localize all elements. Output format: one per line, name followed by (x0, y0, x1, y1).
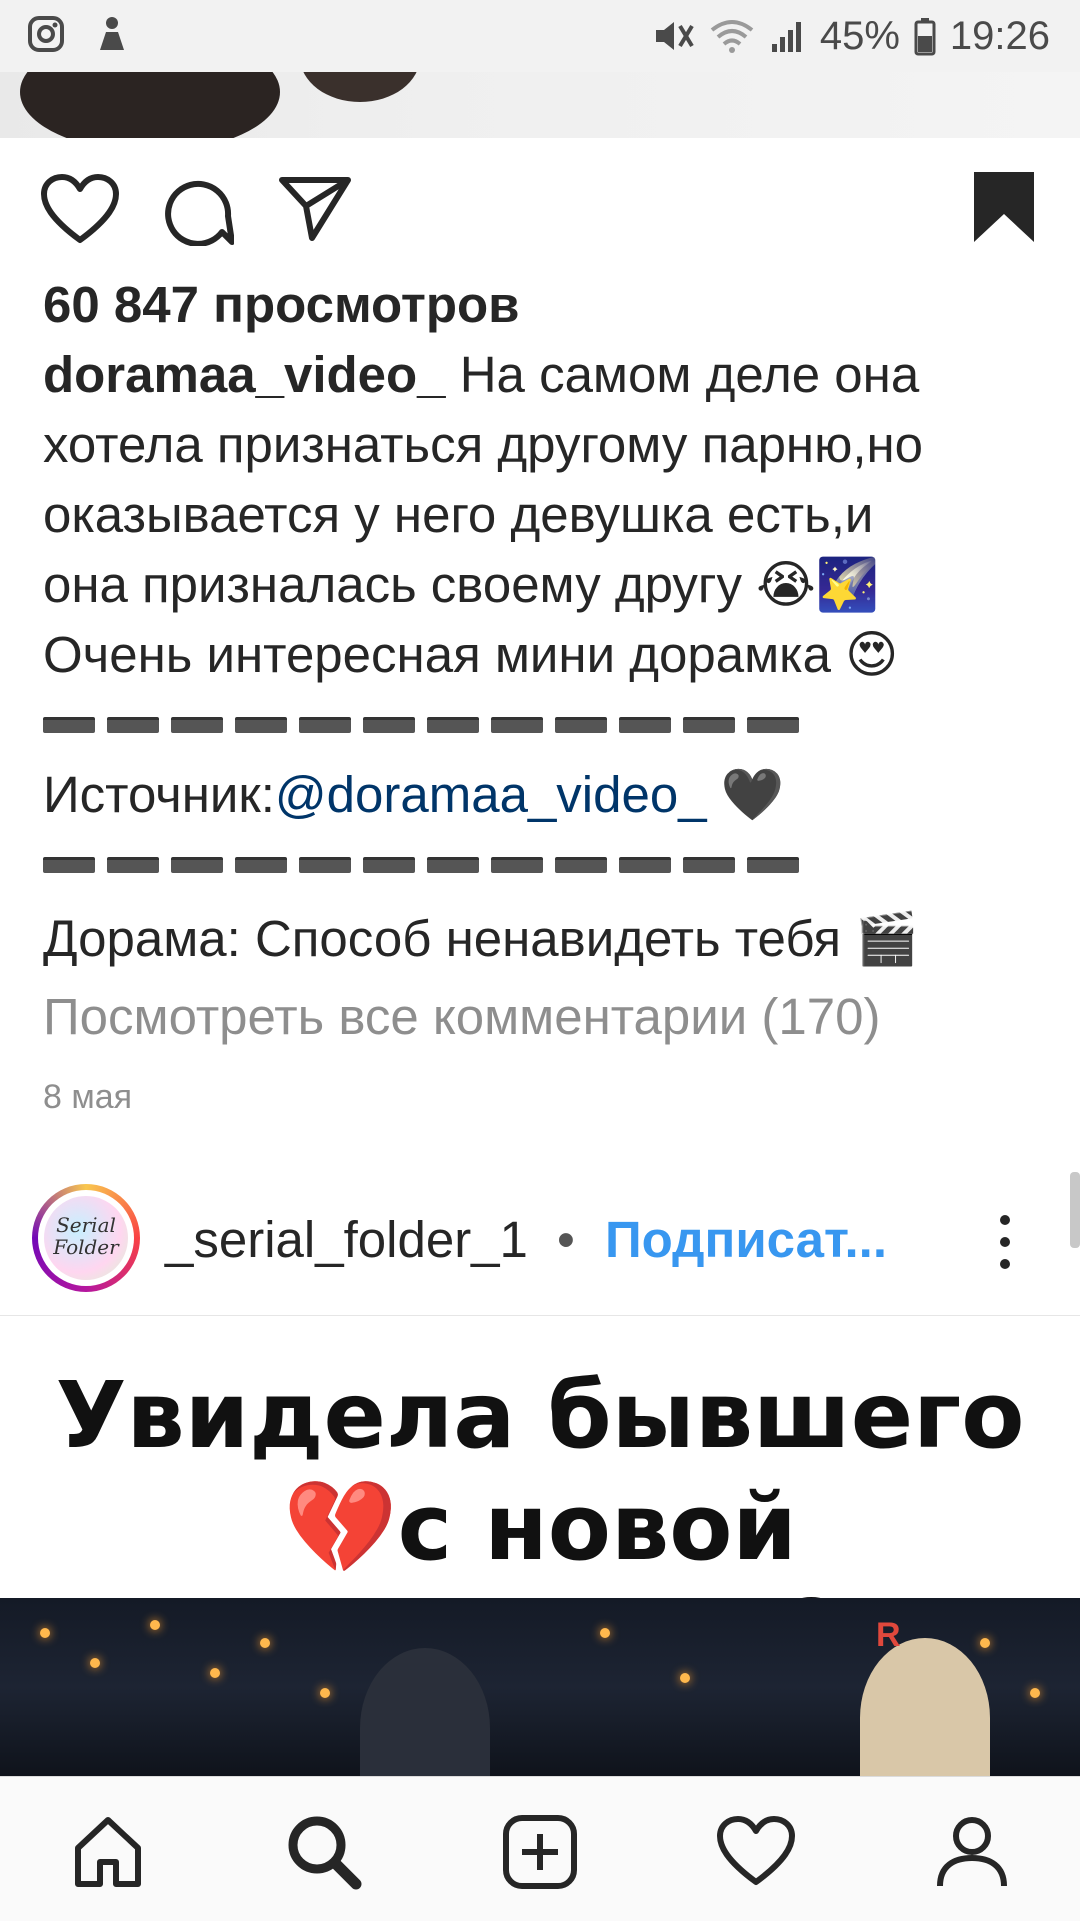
post-actions (0, 168, 1080, 252)
view-all-comments-link[interactable]: Посмотреть все комментарии (170) (43, 982, 1043, 1052)
caption-line: она призналась своему другу 😭🌠 (43, 556, 880, 613)
black-heart-emoji: 🖤 (720, 766, 785, 823)
media-detail (20, 72, 280, 138)
more-options-icon[interactable] (996, 1215, 1014, 1275)
post-media-previous[interactable] (0, 72, 1080, 138)
battery-percent: 45% (819, 13, 900, 58)
signal-icon (771, 22, 801, 52)
heart-outline-icon (717, 1816, 795, 1885)
scroll-indicator[interactable] (1070, 1172, 1080, 1248)
bookmark-filled-icon[interactable] (972, 170, 1036, 244)
view-count[interactable]: 60 847 просмотров (43, 270, 1043, 340)
next-post-video[interactable]: R (0, 1598, 1080, 1776)
caption-line: doramaa_video_ На самом деле она (43, 340, 1043, 410)
media-detail (300, 72, 420, 102)
notification-app-icon (100, 17, 124, 50)
mute-icon (655, 22, 694, 50)
nav-activity[interactable] (711, 1807, 801, 1897)
clock: 19:26 (949, 13, 1050, 58)
follow-button[interactable]: Подписат... (605, 1210, 887, 1269)
caption-divider (43, 830, 1043, 900)
person-silhouette (860, 1638, 990, 1776)
post-date: 8 мая (43, 1078, 133, 1116)
video-title-line: Увидела бывшего (55, 1362, 1025, 1469)
caption-divider (43, 690, 1043, 760)
nav-add[interactable] (495, 1807, 585, 1897)
caption-text: На самом деле она (459, 346, 920, 403)
nav-search[interactable] (279, 1807, 369, 1897)
next-post-username[interactable]: _serial_folder_1 (165, 1210, 528, 1269)
nav-home[interactable] (63, 1807, 153, 1897)
source-line: Источник:@doramaa_video_ 🖤 (43, 760, 1043, 830)
heart-outline-icon[interactable] (40, 174, 120, 246)
next-post-media-title[interactable]: Увидела бывшего 💔с новой девушкой😞 (0, 1318, 1080, 1693)
avatar-frame: Serial Folder (38, 1190, 134, 1286)
battery-icon (914, 18, 936, 56)
status-bar: 45% 19:26 (0, 0, 1080, 72)
caption-line: хотела признаться другому парню,но (43, 416, 924, 473)
search-icon (288, 1816, 362, 1890)
paper-plane-icon[interactable] (278, 174, 352, 242)
profile-icon (937, 1817, 1007, 1887)
instagram-icon (28, 16, 64, 52)
source-mention-link[interactable]: @doramaa_video_ (275, 766, 707, 823)
neon-sign: R (876, 1616, 901, 1654)
next-post-header: Serial Folder _serial_folder_1 • Подписа… (0, 1170, 1080, 1316)
avatar-text: Serial Folder (44, 1196, 128, 1280)
comment-icon[interactable] (162, 174, 234, 246)
caption-line: Очень интересная мини дорамка 😍 (43, 626, 899, 683)
avatar[interactable]: Serial Folder (32, 1184, 140, 1292)
home-icon (75, 1817, 141, 1887)
source-label: Источник: (43, 766, 275, 823)
person-silhouette (360, 1648, 490, 1776)
separator-dot: • (557, 1211, 575, 1268)
add-post-icon (503, 1815, 577, 1889)
bottom-navigation (0, 1776, 1080, 1921)
caption-username[interactable]: doramaa_video_ (43, 346, 446, 403)
post-caption: doramaa_video_ На самом деле она хотела … (43, 340, 1043, 1052)
drama-line: Дорама: Способ ненавидеть тебя 🎬 (43, 910, 919, 967)
nav-profile[interactable] (927, 1807, 1017, 1897)
wifi-icon (710, 20, 754, 53)
caption-line: оказывается у него девушка есть,и (43, 486, 874, 543)
